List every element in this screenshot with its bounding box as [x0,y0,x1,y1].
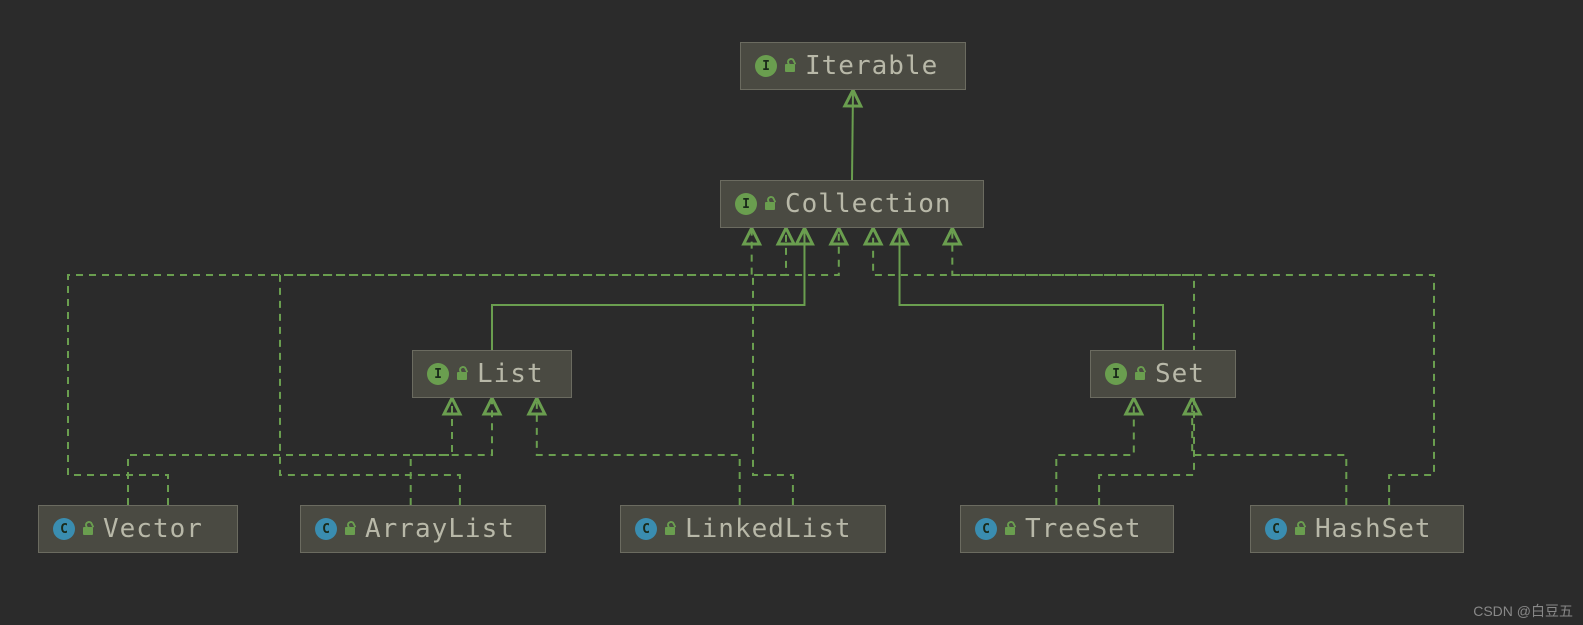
interface-icon: I [755,55,777,77]
unlock-icon [783,58,799,74]
node-hashset: C HashSet [1250,505,1464,553]
class-icon: C [635,518,657,540]
unlock-icon [1293,521,1309,537]
node-label: Vector [103,514,203,544]
node-linkedlist: C LinkedList [620,505,886,553]
watermark: CSDN @白豆五 [1473,601,1573,621]
node-label: Set [1155,359,1205,389]
node-label: TreeSet [1025,514,1142,544]
node-set: I Set [1090,350,1236,398]
interface-icon: I [427,363,449,385]
node-list: I List [412,350,572,398]
unlock-icon [455,366,471,382]
node-collection: I Collection [720,180,984,228]
interface-icon: I [1105,363,1127,385]
node-treeset: C TreeSet [960,505,1174,553]
unlock-icon [1133,366,1149,382]
class-icon: C [315,518,337,540]
node-label: ArrayList [365,514,515,544]
unlock-icon [763,196,779,212]
node-label: HashSet [1315,514,1432,544]
node-label: Collection [785,189,952,219]
node-vector: C Vector [38,505,238,553]
unlock-icon [1003,521,1019,537]
node-iterable: I Iterable [740,42,966,90]
unlock-icon [81,521,97,537]
class-icon: C [53,518,75,540]
interface-icon: I [735,193,757,215]
unlock-icon [663,521,679,537]
unlock-icon [343,521,359,537]
class-icon: C [1265,518,1287,540]
node-label: List [477,359,544,389]
node-arraylist: C ArrayList [300,505,546,553]
class-icon: C [975,518,997,540]
node-label: Iterable [805,51,938,81]
node-label: LinkedList [685,514,852,544]
